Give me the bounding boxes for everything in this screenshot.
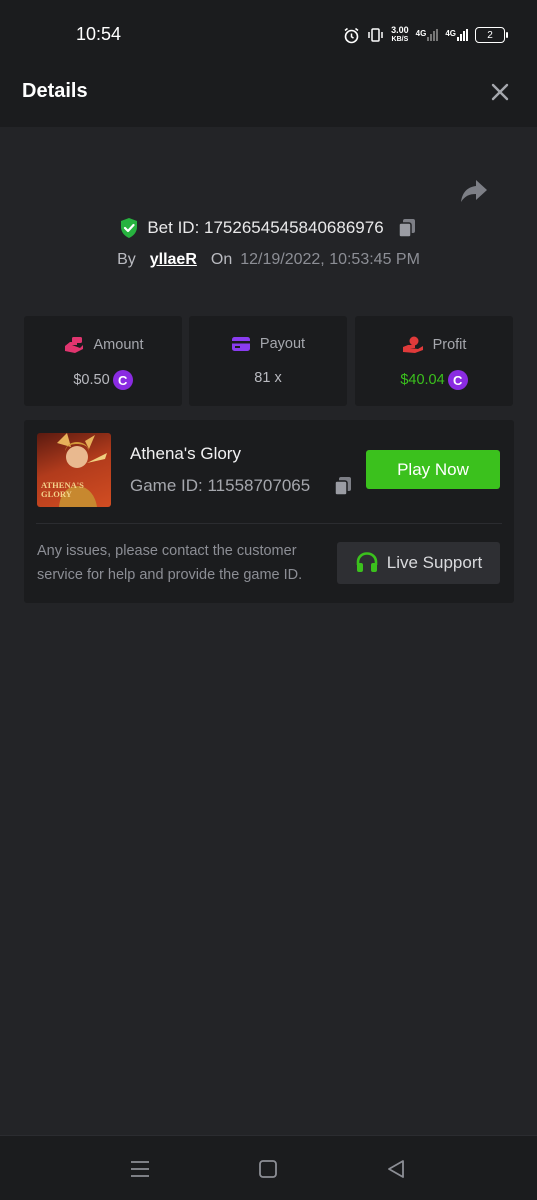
bet-meta-row: By yllaeR On 12/19/2022, 10:53:45 PM	[0, 248, 537, 272]
payout-value-row: 81 x	[189, 370, 347, 386]
amount-header: Amount	[24, 336, 182, 354]
payout-header: Payout	[189, 336, 347, 352]
divider	[36, 523, 502, 524]
system-nav-bar	[0, 1135, 537, 1200]
amount-label: Amount	[93, 337, 144, 353]
net-speed: 3.00 KB/S	[391, 26, 409, 44]
money-hand-icon	[402, 336, 423, 353]
network-type-1: 4G	[415, 29, 427, 38]
copy-game-id-icon[interactable]	[333, 475, 353, 497]
coin-icon: C	[112, 370, 133, 390]
profit-card: Profit $40.04 C	[355, 316, 513, 406]
vibrate-icon	[368, 28, 383, 42]
profit-header: Profit	[355, 336, 513, 354]
battery-level: 2	[487, 29, 493, 41]
copy-bet-id-icon[interactable]	[396, 217, 418, 239]
signal-2: 4G	[445, 29, 468, 41]
by-label: By	[117, 251, 136, 268]
live-support-label: Live Support	[386, 553, 483, 572]
battery-icon: 2	[475, 27, 508, 43]
profit-value: $40.04	[400, 372, 445, 388]
payout-card: Payout 81 x	[189, 316, 347, 406]
network-type-2: 4G	[445, 29, 456, 38]
username-link[interactable]: yllaeR	[150, 251, 197, 269]
game-id: Game ID: 11558707065	[130, 476, 311, 495]
home-icon[interactable]	[257, 1158, 279, 1180]
bet-id-row: Bet ID: 1752654545840686976	[0, 215, 537, 241]
thumbnail-title-line-2: GLORY	[41, 489, 72, 499]
close-icon[interactable]	[488, 80, 512, 104]
bet-datetime: 12/19/2022, 10:53:45 PM	[240, 251, 420, 268]
profit-label: Profit	[432, 337, 467, 353]
status-icons: 3.00 KB/S 4G 4G 2	[343, 24, 508, 46]
profit-value-row: $40.04 C	[355, 370, 513, 390]
net-speed-value: 3.00	[391, 25, 409, 35]
net-speed-unit: KB/S	[391, 36, 409, 43]
payout-value: 81 x	[254, 370, 282, 386]
page-title: Details	[22, 80, 88, 102]
alarm-icon	[344, 27, 359, 43]
status-time: 10:54	[76, 24, 122, 44]
on-label: On	[210, 251, 233, 268]
shield-check-icon	[121, 218, 138, 238]
headset-icon	[356, 552, 378, 572]
payout-label: Payout	[259, 336, 306, 352]
back-icon[interactable]	[385, 1158, 407, 1180]
game-card: ATHENA'S GLORY Athena's Glory Game ID: 1…	[24, 420, 514, 603]
signal-bars-1-icon	[427, 29, 439, 41]
live-support-button[interactable]: Live Support	[337, 542, 500, 584]
signal-1: 4G	[416, 29, 439, 41]
game-thumbnail[interactable]: ATHENA'S GLORY	[37, 433, 111, 507]
game-name: Athena's Glory	[130, 444, 241, 463]
bet-id: Bet ID: 1752654545840686976	[147, 218, 384, 237]
amount-card: Amount $0.50 C	[24, 316, 182, 406]
menu-icon[interactable]	[129, 1158, 151, 1180]
wallet-hand-icon	[64, 337, 83, 353]
thumbnail-title: ATHENA'S GLORY	[41, 481, 84, 499]
details-header: Details	[0, 54, 537, 127]
play-now-button[interactable]: Play Now	[366, 450, 500, 489]
coin-icon: C	[447, 370, 468, 390]
amount-value: $0.50	[73, 372, 110, 388]
share-icon[interactable]	[458, 176, 490, 206]
amount-value-row: $0.50 C	[24, 370, 182, 390]
status-bar: 10:54 3.00 KB/S 4G 4G 2	[0, 0, 537, 54]
signal-bars-2-icon	[457, 29, 468, 41]
card-icon	[231, 337, 250, 351]
support-text: Any issues, please contact the customer …	[37, 543, 303, 583]
